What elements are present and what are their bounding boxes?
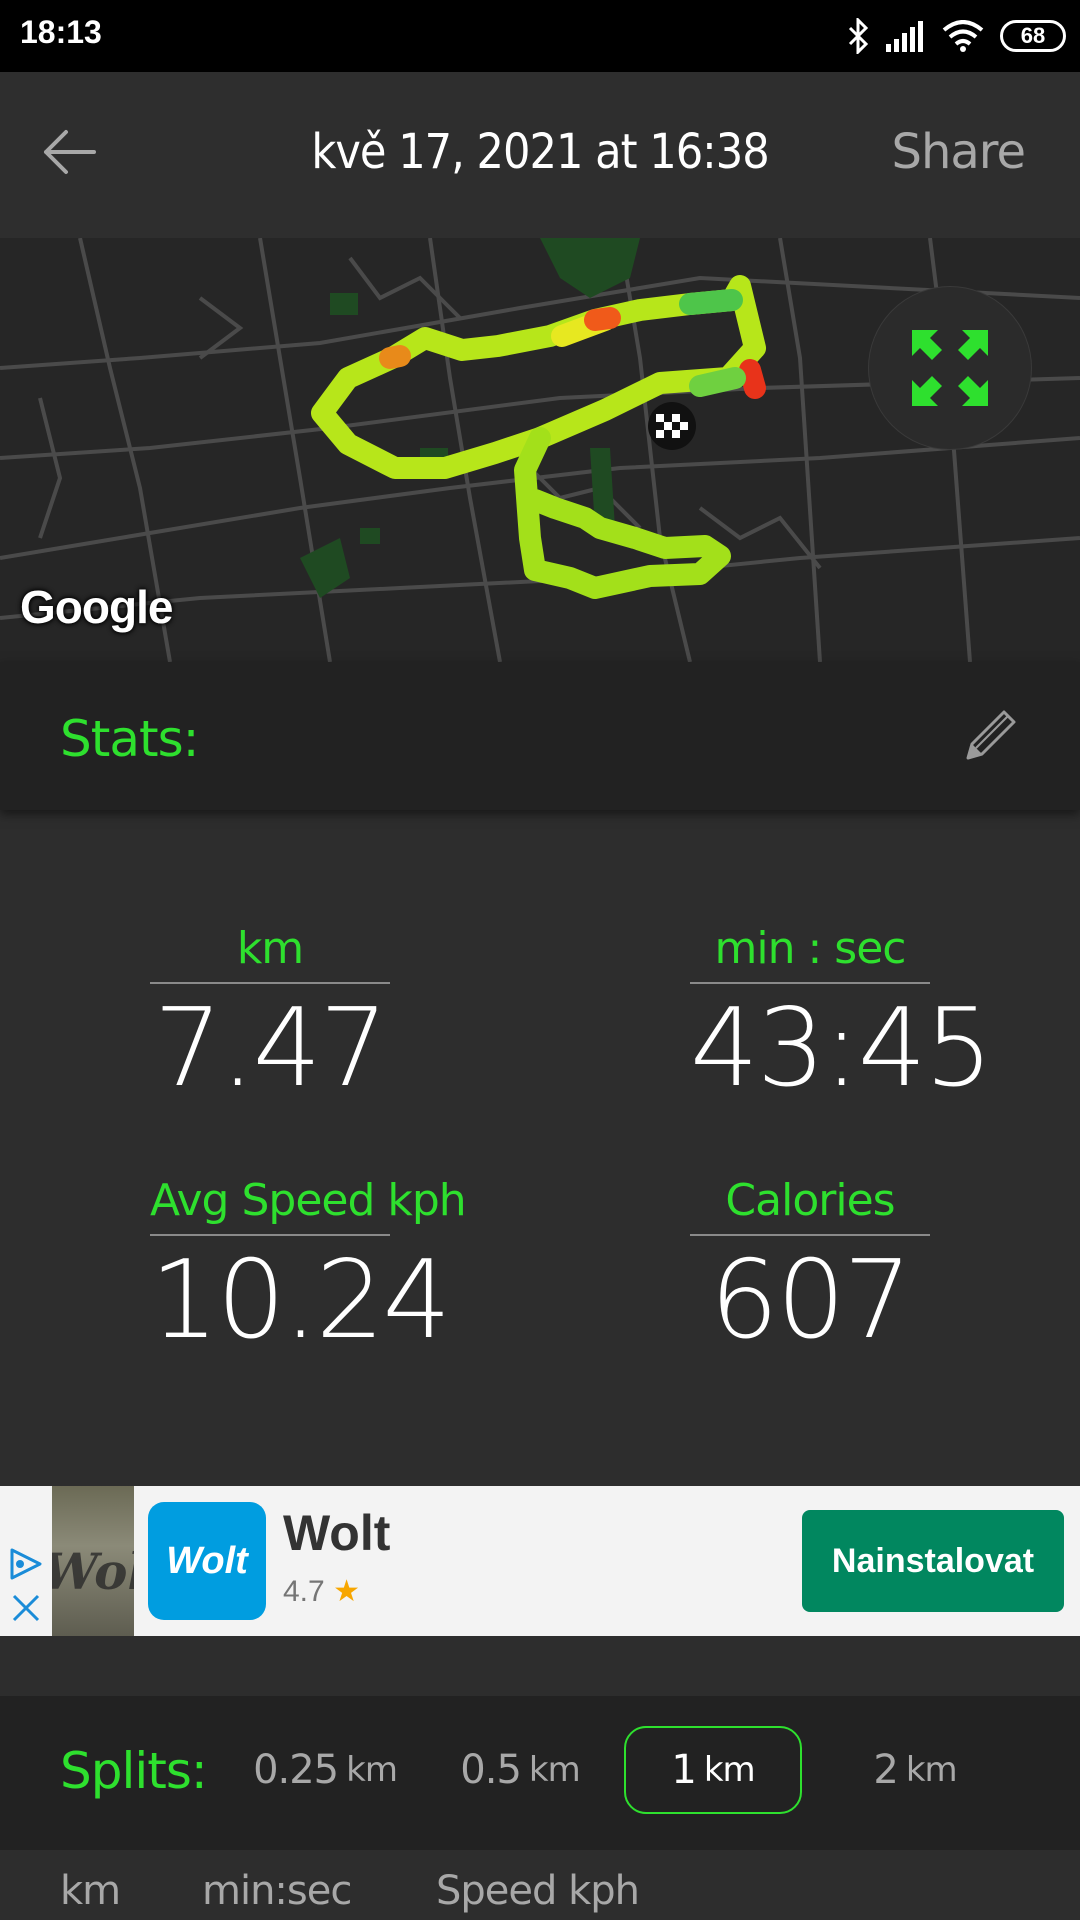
stat-label: km: [236, 923, 304, 974]
battery-icon: 68: [1000, 20, 1066, 52]
stat-label: Calories: [725, 1175, 895, 1226]
stats-section-label: Stats:: [60, 710, 199, 768]
wolt-app-icon[interactable]: Wolt: [148, 1502, 266, 1620]
splits-header: Splits: 0.25 km 0.5 km 1 km 2 km: [0, 1696, 1080, 1850]
ad-thumbnail[interactable]: Wolt: [52, 1486, 134, 1636]
ad-rating-value: 4.7: [283, 1575, 325, 1608]
ad-thumbnail-text: Wolt: [52, 1542, 134, 1601]
pencil-icon[interactable]: [960, 706, 1020, 766]
split-option-unit: km: [905, 1750, 958, 1790]
ad-app-name[interactable]: Wolt: [283, 1504, 390, 1562]
stat-value: 7.47: [153, 986, 388, 1111]
install-button[interactable]: Nainstalovat: [802, 1510, 1064, 1612]
status-time: 18:13: [20, 14, 102, 50]
split-option-number: 2: [873, 1747, 898, 1793]
route-map[interactable]: Google: [0, 238, 1080, 662]
status-bar: 18:13 68: [0, 0, 1080, 72]
splits-section-label: Splits:: [60, 1742, 208, 1800]
split-option-number: 1: [671, 1747, 696, 1793]
stat-duration: min : sec 43:45: [690, 916, 993, 1114]
split-option-2km[interactable]: 2 km: [860, 1726, 970, 1814]
signal-icon: [886, 21, 923, 52]
stat-label: min : sec: [714, 923, 907, 974]
split-option-1km[interactable]: 1 km: [624, 1726, 802, 1814]
split-option-unit: km: [528, 1750, 581, 1790]
column-header-km: km: [60, 1868, 121, 1914]
stat-value: 10.24: [150, 1238, 451, 1363]
wifi-icon: [942, 20, 984, 52]
adchoices-icon[interactable]: [4, 1546, 48, 1636]
stats-header: Stats:: [0, 662, 1080, 810]
header: kvě 17, 2021 at 16:38 Share: [0, 72, 1080, 238]
stat-value: 607: [709, 1238, 912, 1363]
share-button[interactable]: Share: [891, 124, 1026, 180]
bluetooth-icon: [848, 18, 869, 54]
split-option-0-25km[interactable]: 0.25 km: [250, 1726, 400, 1814]
stat-value: 43:45: [690, 986, 993, 1111]
column-header-speed: Speed kph: [436, 1868, 640, 1914]
google-logo: Google: [20, 581, 173, 633]
column-header-time: min:sec: [202, 1868, 352, 1914]
split-option-0-5km[interactable]: 0.5 km: [455, 1726, 585, 1814]
stat-calories: Calories 607: [690, 1168, 930, 1366]
stat-distance: km 7.47: [150, 916, 390, 1114]
ad-banner[interactable]: Wolt Wolt Wolt 4.7 ★ Nainstalovat: [0, 1486, 1080, 1636]
split-option-unit: km: [703, 1750, 756, 1790]
stat-avg-speed: Avg Speed kph 10.24: [150, 1168, 467, 1366]
expand-arrows-icon: [912, 330, 988, 406]
split-option-number: 0.25: [253, 1747, 339, 1793]
split-option-unit: km: [346, 1750, 398, 1790]
split-option-number: 0.5: [460, 1747, 522, 1793]
star-icon: ★: [333, 1575, 360, 1608]
ad-rating: 4.7 ★: [283, 1574, 360, 1609]
expand-map-button[interactable]: [868, 286, 1032, 450]
splits-table-header: km min:sec Speed kph: [0, 1850, 1080, 1920]
stat-label: Avg Speed kph: [150, 1175, 467, 1226]
status-icons: 68: [846, 14, 1066, 58]
